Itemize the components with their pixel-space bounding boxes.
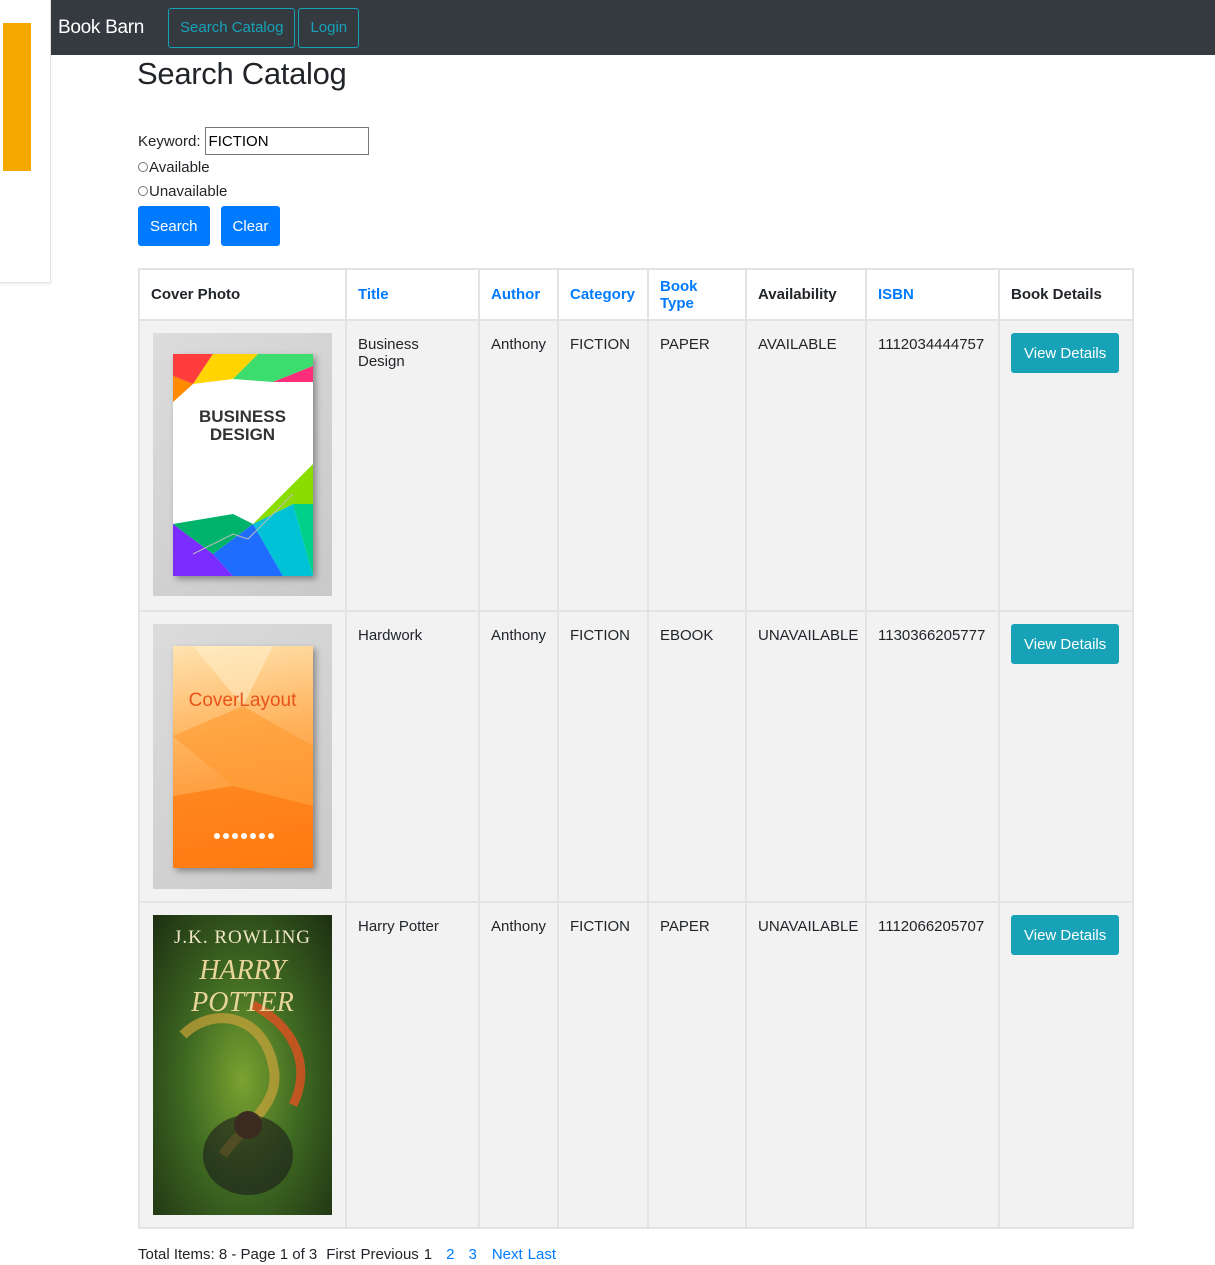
title-cell: Hardwork	[345, 610, 480, 903]
keyword-label: Keyword:	[138, 132, 201, 150]
brand-logo[interactable]: Book Barn	[58, 17, 144, 39]
availability-cell: UNAVAILABLE	[745, 610, 867, 903]
pagination-first: First	[326, 1246, 356, 1263]
table-row: CoverLayout Hardwork Anthony FICTION EBO…	[138, 610, 1134, 903]
cover-title-text: HARRY POTTER	[191, 955, 294, 1018]
details-cell: View Details	[998, 319, 1134, 612]
cover-photo-cell: CoverLayout	[138, 610, 347, 903]
view-details-button[interactable]: View Details	[1011, 915, 1120, 955]
category-cell: FICTION	[557, 319, 649, 612]
form-buttons: Search Clear	[138, 206, 369, 246]
isbn-cell: 1130366205777	[865, 610, 1000, 903]
header-book-type[interactable]: Book Type	[647, 268, 747, 321]
isbn-cell: 1112034444757	[865, 319, 1000, 612]
login-nav-button[interactable]: Login	[298, 7, 360, 48]
header-availability: Availability	[745, 268, 867, 321]
side-panel	[0, 0, 51, 283]
pagination-next[interactable]: Next	[492, 1246, 523, 1263]
available-label: Available	[149, 158, 210, 176]
search-button[interactable]: Search	[138, 206, 210, 246]
isbn-cell: 1112066205707	[865, 901, 1000, 1229]
search-form: Keyword: Available Unavailable Search Cl…	[138, 127, 369, 246]
title-cell: Business Design	[345, 319, 480, 612]
details-cell: View Details	[998, 610, 1134, 903]
cover-photo: CoverLayout	[153, 624, 332, 889]
search-catalog-nav-button[interactable]: Search Catalog	[168, 7, 296, 48]
header-isbn[interactable]: ISBN	[865, 268, 1000, 321]
table-row: J.K. ROWLING HARRY POTTER Harry Potter A…	[138, 901, 1134, 1229]
header-cover-photo: Cover Photo	[138, 268, 347, 321]
header-author[interactable]: Author	[478, 268, 559, 321]
details-cell: View Details	[998, 901, 1134, 1229]
table-header-row: Cover Photo Title Author Category Book T…	[138, 268, 1134, 321]
keyword-input[interactable]	[204, 127, 369, 155]
cover-title-text: BUSINESS DESIGN	[199, 406, 286, 444]
pagination-page-2[interactable]: 2	[446, 1246, 454, 1263]
pagination: Total Items: 8 - Page 1 of 3 First Previ…	[138, 1246, 556, 1263]
clear-button[interactable]: Clear	[220, 206, 281, 246]
unavailable-radio[interactable]	[138, 186, 148, 196]
cover-photo: BUSINESS DESIGN	[153, 333, 332, 596]
author-cell: Anthony	[478, 319, 559, 612]
catalog-table: Cover Photo Title Author Category Book T…	[138, 268, 1134, 1229]
navbar: Book Barn Search Catalog Login	[51, 0, 1215, 55]
unavailable-option[interactable]: Unavailable	[138, 179, 369, 203]
view-details-button[interactable]: View Details	[1011, 624, 1120, 664]
available-option[interactable]: Available	[138, 155, 369, 179]
business-design-cover: BUSINESS DESIGN	[172, 353, 313, 576]
available-radio[interactable]	[138, 162, 148, 172]
pagination-current-page: 1	[423, 1246, 433, 1263]
cover-layout-cover: CoverLayout	[172, 645, 313, 868]
category-cell: FICTION	[557, 901, 649, 1229]
pagination-last[interactable]: Last	[528, 1246, 556, 1263]
cover-photo-cell: J.K. ROWLING HARRY POTTER	[138, 901, 347, 1229]
availability-cell: AVAILABLE	[745, 319, 867, 612]
author-cell: Anthony	[478, 610, 559, 903]
accent-bar	[3, 23, 31, 171]
pagination-previous: Previous	[360, 1246, 419, 1263]
unavailable-label: Unavailable	[149, 182, 228, 200]
cover-art	[172, 353, 313, 576]
availability-cell: UNAVAILABLE	[745, 901, 867, 1229]
cover-author-text: J.K. ROWLING	[173, 927, 312, 948]
page-title: Search Catalog	[137, 56, 347, 91]
keyword-row: Keyword:	[138, 127, 369, 155]
harry-potter-cover: J.K. ROWLING HARRY POTTER	[153, 915, 332, 1215]
header-book-details: Book Details	[998, 268, 1134, 321]
book-type-cell: PAPER	[647, 901, 747, 1229]
pagination-page-3[interactable]: 3	[468, 1246, 476, 1263]
table-row: BUSINESS DESIGN Business Design Anthony …	[138, 319, 1134, 612]
book-type-cell: EBOOK	[647, 610, 747, 903]
view-details-button[interactable]: View Details	[1011, 333, 1120, 373]
book-type-cell: PAPER	[647, 319, 747, 612]
pagination-summary: Total Items: 8 - Page 1 of 3	[138, 1246, 318, 1263]
author-cell: Anthony	[478, 901, 559, 1229]
cover-art	[172, 645, 313, 868]
cover-title-text: CoverLayout	[188, 689, 297, 711]
header-category[interactable]: Category	[557, 268, 649, 321]
header-title[interactable]: Title	[345, 268, 480, 321]
category-cell: FICTION	[557, 610, 649, 903]
cover-photo-cell: BUSINESS DESIGN	[138, 319, 347, 612]
title-cell: Harry Potter	[345, 901, 480, 1229]
